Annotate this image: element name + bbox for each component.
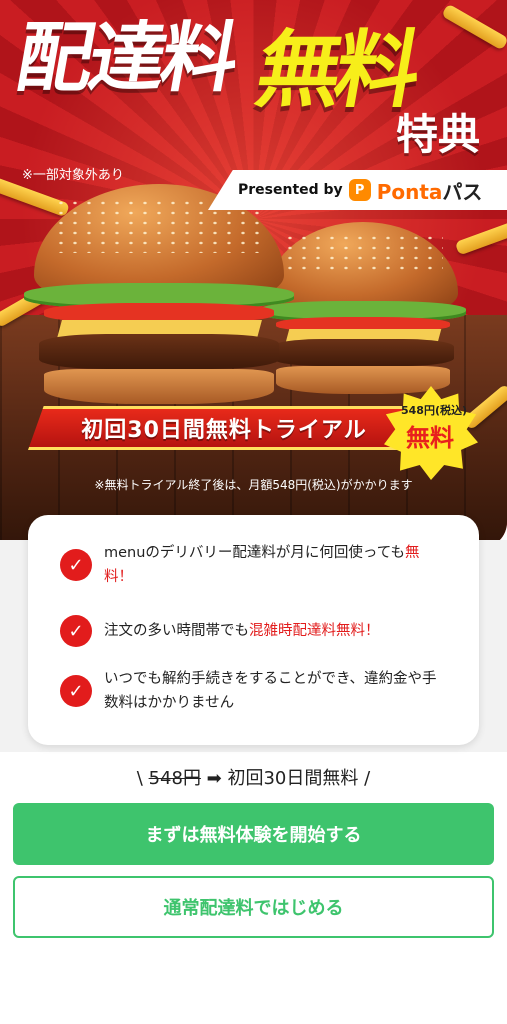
- feature-text-main: 注文の多い時間帯でも: [104, 623, 249, 639]
- ponta-pass-logo: Pontaパス: [377, 176, 483, 205]
- feature-item: ✓ いつでも解約手続きをすることができ、違約金や手数料はかかりません: [28, 667, 479, 715]
- feature-item: ✓ menuのデリバリー配達料が月に何回使っても無料！: [28, 541, 479, 589]
- hero-title-benefit: 特典: [396, 110, 481, 159]
- check-circle-icon: ✓: [60, 549, 92, 581]
- brand-kana: パス: [442, 179, 483, 204]
- start-free-trial-button[interactable]: まずは無料体験を開始する: [13, 803, 494, 865]
- pricing-prefix: \: [136, 768, 149, 789]
- old-price: 548円: [148, 768, 201, 789]
- trial-banner-text: 初回30日間無料トライアル: [81, 418, 367, 443]
- feature-text: menuのデリバリー配達料が月に何回使っても無料！: [104, 541, 444, 589]
- presented-by-label: Presented by: [238, 182, 343, 198]
- ponta-icon: P: [348, 179, 371, 201]
- trial-banner: 初回30日間無料トライアル: [28, 406, 420, 450]
- feature-item: ✓ 注文の多い時間帯でも混雑時配達料無料！: [28, 615, 479, 647]
- feature-text: 注文の多い時間帯でも混雑時配達料無料！: [104, 619, 444, 643]
- arrow-right-icon: ➡: [200, 768, 228, 789]
- pricing-line: \ 548円 ➡ 初回30日間無料 /: [0, 764, 507, 790]
- excluded-note: ※一部対象外あり: [22, 168, 124, 183]
- features-card: ✓ menuのデリバリー配達料が月に何回使っても無料！ ✓ 注文の多い時間帯でも…: [28, 515, 479, 745]
- feature-text-main: menuのデリバリー配達料が月に何回使っても: [104, 545, 405, 561]
- check-circle-icon: ✓: [60, 675, 92, 707]
- fry-image: [454, 218, 507, 256]
- brand-name: Ponta: [376, 179, 443, 204]
- pricing-suffix: /: [358, 768, 371, 789]
- burst-free-text: 無料: [406, 424, 454, 452]
- after-trial-note: ※無料トライアル終了後は、月額548円(税込)がかかります: [94, 478, 413, 492]
- presented-by-badge: Presented by P Pontaパス: [208, 170, 507, 210]
- check-circle-icon: ✓: [60, 615, 92, 647]
- feature-text-highlight: 混雑時配達料無料！: [249, 623, 380, 639]
- feature-text: いつでも解約手続きをすることができ、違約金や手数料はかかりません: [104, 671, 437, 711]
- fry-image: [441, 3, 507, 51]
- new-price-text: 初回30日間無料: [227, 768, 359, 789]
- burger-image-left: [24, 184, 294, 404]
- hero-banner: 配達料 無料 特典 ※一部対象外あり Presented by P Pontaパ…: [0, 0, 507, 548]
- burger-image-right: [260, 222, 466, 394]
- hero-title-delivery-fee: 配達料: [10, 13, 242, 102]
- burst-price-text: 548円(税込): [400, 404, 468, 417]
- start-normal-fee-button[interactable]: 通常配達料ではじめる: [13, 876, 494, 938]
- hero-title-free: 無料: [249, 21, 423, 119]
